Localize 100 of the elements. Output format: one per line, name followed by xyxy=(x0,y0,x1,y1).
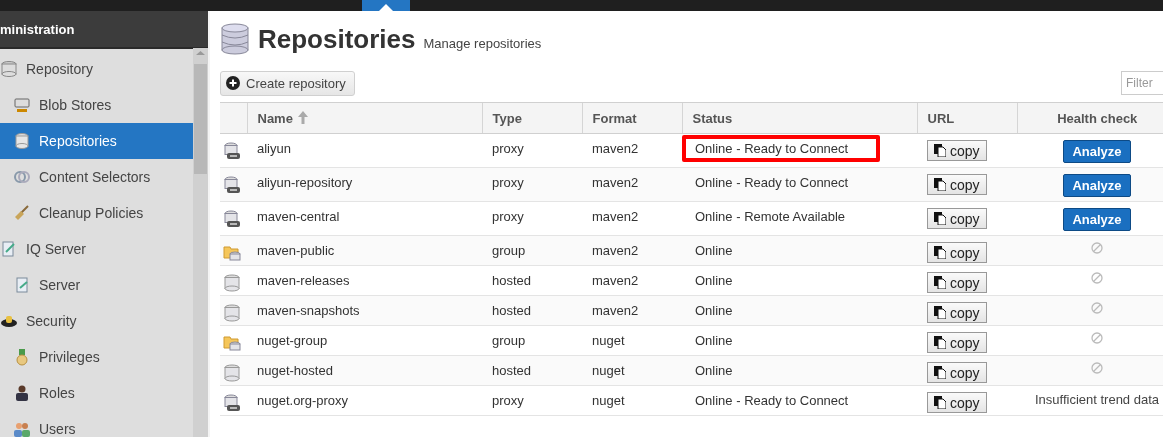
table-cell: nuget-group xyxy=(247,325,482,356)
table-cell: nuget.org-proxy xyxy=(247,385,482,416)
doc-icon xyxy=(13,276,31,294)
sidebar-item[interactable]: Privileges xyxy=(0,339,193,375)
sidebar-item[interactable]: Security xyxy=(0,303,193,339)
table-cell: maven2 xyxy=(582,235,682,266)
sidebar-item[interactable]: Content Selectors xyxy=(0,159,193,195)
sidebar-item[interactable]: Cleanup Policies xyxy=(0,195,193,231)
table-cell: group xyxy=(482,325,582,356)
linked-database-icon xyxy=(223,210,241,228)
linked-database-icon xyxy=(223,394,241,412)
table-cell: maven2 xyxy=(582,167,682,202)
database-icon xyxy=(13,132,31,150)
table-cell: maven2 xyxy=(582,265,682,296)
unavailable-icon xyxy=(1091,272,1103,284)
status-text: Online xyxy=(694,362,734,380)
plus-circle-icon xyxy=(226,76,240,90)
table-cell: hosted xyxy=(482,265,582,296)
page-subtitle: Manage repositories xyxy=(423,35,542,51)
analyze-button[interactable]: Analyze xyxy=(1063,208,1131,231)
copy-button[interactable]: copy xyxy=(927,302,987,323)
analyze-button[interactable]: Analyze xyxy=(1063,140,1131,163)
folder-database-icon xyxy=(223,334,241,352)
copy-icon xyxy=(934,276,946,289)
table-cell: hosted xyxy=(482,295,582,326)
copy-button[interactable]: copy xyxy=(927,140,987,161)
scrollbar-thumb[interactable] xyxy=(194,64,207,174)
table-cell: maven-releases xyxy=(247,265,482,296)
column-header[interactable]: URL xyxy=(917,102,1017,134)
copy-icon xyxy=(934,306,946,319)
sidebar-item[interactable]: Server xyxy=(0,267,193,303)
table-cell: nuget xyxy=(582,325,682,356)
sidebar-item[interactable]: IQ Server xyxy=(0,231,193,267)
status-text: Online xyxy=(694,272,734,290)
unavailable-icon xyxy=(1091,332,1103,344)
table-cell: proxy xyxy=(482,133,582,168)
linked-database-icon xyxy=(223,142,241,160)
table-cell: proxy xyxy=(482,167,582,202)
status-text: Online - Ready to Connect xyxy=(694,392,850,410)
copy-icon xyxy=(934,178,946,191)
table-cell: maven2 xyxy=(582,295,682,326)
column-header[interactable]: Format xyxy=(582,102,682,134)
copy-button[interactable]: copy xyxy=(927,272,987,293)
scrollbar[interactable] xyxy=(193,48,208,437)
unavailable-icon xyxy=(1091,362,1103,374)
table-cell: aliyun-repository xyxy=(247,167,482,202)
create-repository-button[interactable]: Create repository xyxy=(220,70,355,96)
sidebar-item[interactable]: Repositories xyxy=(0,123,193,159)
copy-icon xyxy=(934,336,946,349)
table-cell: maven-public xyxy=(247,235,482,266)
copy-button[interactable]: copy xyxy=(927,332,987,353)
page-title: Repositories xyxy=(258,23,416,55)
health-text: Insufficient trend data xyxy=(1034,392,1160,407)
copy-icon xyxy=(934,396,946,409)
sidebar-item[interactable]: Blob Stores xyxy=(0,87,193,123)
copy-button[interactable]: copy xyxy=(927,174,987,195)
status-text: Online - Ready to Connect xyxy=(694,174,850,192)
analyze-button[interactable]: Analyze xyxy=(1063,174,1131,197)
status-text: Online xyxy=(694,332,734,350)
table-cell: nuget xyxy=(582,385,682,416)
copy-button[interactable]: copy xyxy=(927,208,987,229)
table-cell: proxy xyxy=(482,201,582,236)
folder-database-icon xyxy=(223,244,241,262)
unavailable-icon xyxy=(1091,302,1103,314)
sidebar-item[interactable]: Repository xyxy=(0,51,193,87)
status-text: Online - Remote Available xyxy=(694,208,847,226)
table-cell: group xyxy=(482,235,582,266)
sidebar-item[interactable]: Roles xyxy=(0,375,193,411)
table-cell: maven-snapshots xyxy=(247,295,482,326)
copy-button[interactable]: copy xyxy=(927,362,987,383)
database-icon xyxy=(220,23,250,55)
broom-icon xyxy=(13,204,31,222)
linked-database-icon xyxy=(223,176,241,194)
sidebar-header: ministration xyxy=(0,11,208,49)
status-text: Online - Ready to Connect xyxy=(682,135,881,162)
column-header[interactable]: Type xyxy=(482,102,582,134)
server-icon xyxy=(13,96,31,114)
nav-tab[interactable] xyxy=(362,0,410,11)
person-icon xyxy=(13,384,31,402)
filter-field[interactable]: Filter xyxy=(1121,71,1163,95)
people-icon xyxy=(13,420,31,437)
copy-button[interactable]: copy xyxy=(927,392,987,413)
table-cell: maven2 xyxy=(582,201,682,236)
sidebar-item[interactable]: Users xyxy=(0,411,193,437)
copy-button[interactable]: copy xyxy=(927,242,987,263)
unavailable-icon xyxy=(1091,242,1103,254)
status-text: Online xyxy=(694,242,734,260)
copy-icon xyxy=(934,144,946,157)
column-header[interactable]: Health check xyxy=(1017,102,1163,134)
table-cell: aliyun xyxy=(247,133,482,168)
table-cell: hosted xyxy=(482,355,582,386)
rings-icon xyxy=(13,168,31,186)
copy-icon xyxy=(934,212,946,225)
table-cell: nuget-hosted xyxy=(247,355,482,386)
table-cell: maven-central xyxy=(247,201,482,236)
column-header[interactable]: Status xyxy=(682,102,917,134)
database-icon xyxy=(223,364,241,382)
doc-icon xyxy=(0,240,18,258)
column-header[interactable]: Name xyxy=(247,102,482,134)
status-text: Online xyxy=(694,302,734,320)
